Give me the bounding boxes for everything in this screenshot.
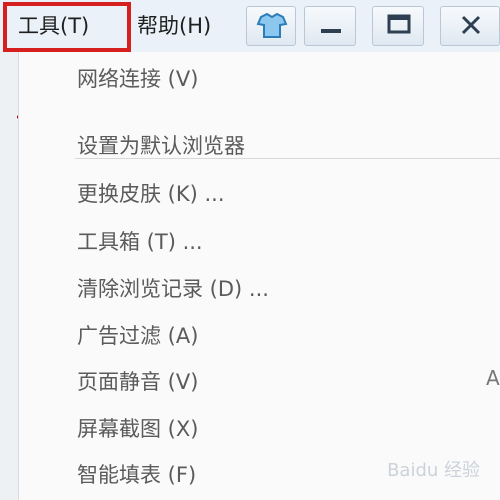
menu-item-smart-fill[interactable]: 智能填表 (F) bbox=[77, 458, 196, 492]
menu-item-network-connection[interactable]: 网络连接 (V) bbox=[77, 62, 198, 96]
maximize-button[interactable] bbox=[372, 6, 424, 46]
skin-button[interactable] bbox=[246, 6, 296, 46]
close-icon bbox=[461, 15, 481, 35]
menu-tools[interactable]: 工具(T) bbox=[8, 8, 124, 44]
background-letter: A bbox=[486, 366, 500, 390]
minimize-button[interactable] bbox=[304, 6, 356, 46]
close-button[interactable] bbox=[440, 6, 500, 46]
menu-item-set-default-browser[interactable]: 设置为默认浏览器 bbox=[77, 129, 245, 163]
menu-item-page-mute[interactable]: 页面静音 (V) bbox=[77, 365, 198, 399]
maximize-icon bbox=[387, 14, 411, 34]
menu-item-ad-filter[interactable]: 广告过滤 (A) bbox=[77, 319, 198, 353]
menu-item-toolbox[interactable]: 工具箱 (T) ... bbox=[77, 225, 203, 259]
watermark: Baidu 经验 bbox=[387, 460, 480, 481]
tools-dropdown-menu: 网络连接 (V) 设置为默认浏览器 更换皮肤 (K) ... 工具箱 (T) .… bbox=[18, 52, 500, 500]
minimize-icon bbox=[321, 29, 341, 33]
menu-bar: 工具(T) 帮助(H) bbox=[0, 0, 500, 53]
menu-item-clear-history[interactable]: 清除浏览记录 (D) ... bbox=[77, 272, 269, 306]
menu-item-change-skin[interactable]: 更换皮肤 (K) ... bbox=[77, 177, 225, 211]
skin-icon bbox=[256, 12, 288, 38]
menu-help[interactable]: 帮助(H) bbox=[137, 8, 211, 44]
menu-item-screenshot[interactable]: 屏幕截图 (X) bbox=[77, 412, 198, 446]
